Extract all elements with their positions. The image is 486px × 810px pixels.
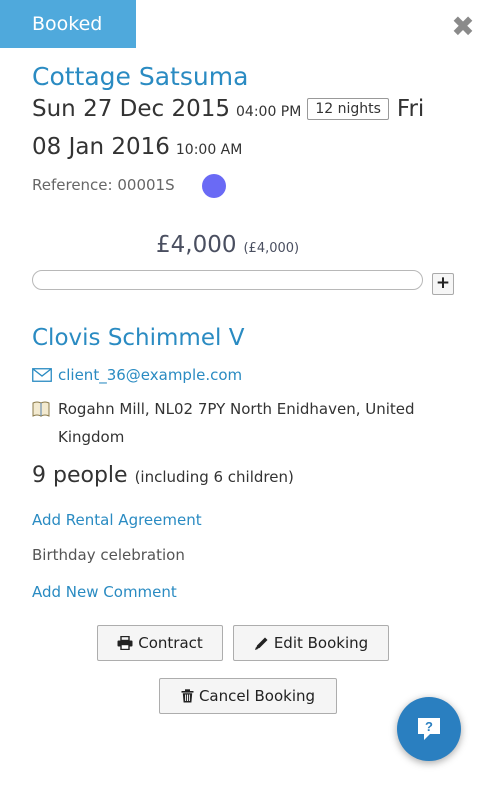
add-rental-agreement-link[interactable]: Add Rental Agreement xyxy=(32,511,202,529)
chat-help-icon: ? xyxy=(418,718,440,740)
booking-reference: Reference: 00001S xyxy=(32,176,175,194)
price: £4,000 (£4,000) xyxy=(156,232,299,258)
end-date: 08 Jan 2016 xyxy=(32,134,170,160)
client-email-row[interactable]: client_36@example.com xyxy=(32,366,242,384)
edit-booking-button[interactable]: Edit Booking xyxy=(233,625,389,661)
people-note: (including 6 children) xyxy=(134,468,294,486)
cancel-booking-button[interactable]: Cancel Booking xyxy=(159,678,337,714)
printer-icon xyxy=(117,636,133,650)
end-time: 10:00 AM xyxy=(175,142,243,158)
start-time: 04:00 PM xyxy=(236,104,302,120)
svg-text:?: ? xyxy=(425,719,433,734)
booking-dates-end: 08 Jan 2016 10:00 AM xyxy=(32,134,242,160)
property-name[interactable]: Cottage Satsuma xyxy=(32,62,248,91)
client-address: Rogahn Mill, NL02 7PY North Enidhaven, U… xyxy=(58,400,415,446)
booking-comment: Birthday celebration xyxy=(32,546,185,564)
cancel-booking-button-label: Cancel Booking xyxy=(198,687,316,705)
price-sub: (£4,000) xyxy=(243,241,300,256)
pencil-icon xyxy=(254,637,268,650)
end-day: Fri xyxy=(396,96,425,122)
contract-button[interactable]: Contract xyxy=(97,625,223,661)
booking-dates-start: Sun 27 Dec 2015 04:00 PM 12 nights Fri xyxy=(32,96,424,128)
address-book-icon xyxy=(32,401,50,417)
people-count: 9 people xyxy=(32,463,128,488)
client-email-link[interactable]: client_36@example.com xyxy=(58,366,242,384)
envelope-icon xyxy=(32,368,52,382)
payment-progress-bar xyxy=(32,270,423,290)
add-payment-button[interactable]: + xyxy=(432,273,454,295)
contract-button-label: Contract xyxy=(138,634,203,652)
booking-color-dot xyxy=(202,174,226,198)
trash-icon xyxy=(181,689,194,703)
client-address-row: Rogahn Mill, NL02 7PY North Enidhaven, U… xyxy=(32,398,472,451)
nights-badge: 12 nights xyxy=(307,98,389,120)
start-date: Sun 27 Dec 2015 xyxy=(32,96,230,122)
price-total: £4,000 xyxy=(156,232,237,258)
close-icon[interactable]: ✖ xyxy=(451,13,475,41)
status-badge: Booked xyxy=(0,0,136,48)
edit-booking-button-label: Edit Booking xyxy=(273,634,369,652)
help-chat-button[interactable]: ? xyxy=(397,697,461,761)
add-new-comment-link[interactable]: Add New Comment xyxy=(32,583,177,601)
party-size: 9 people (including 6 children) xyxy=(32,463,294,488)
client-name[interactable]: Clovis Schimmel V xyxy=(32,325,244,351)
